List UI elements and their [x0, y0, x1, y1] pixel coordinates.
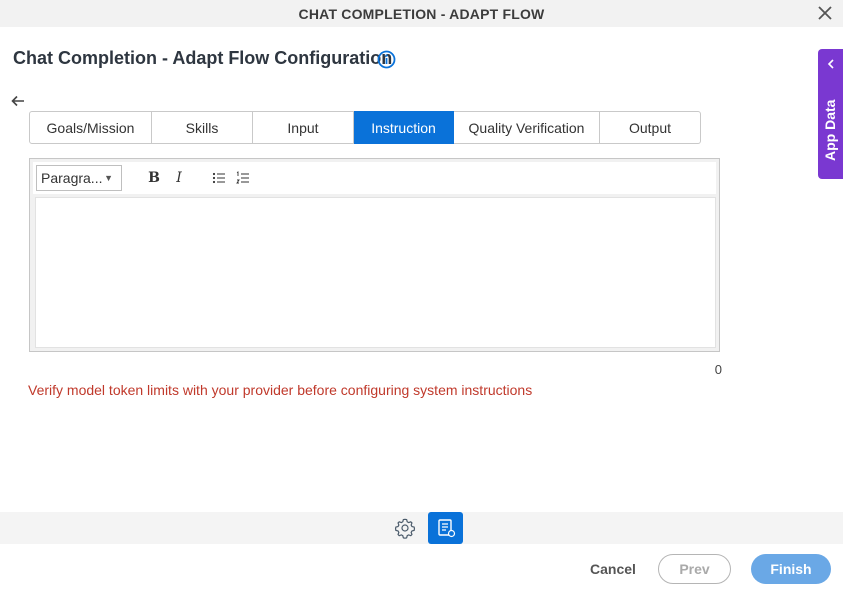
tab-skills[interactable]: Skills — [152, 111, 253, 144]
paragraph-format-select[interactable]: Paragra... ▼ — [36, 165, 122, 191]
gear-icon[interactable] — [394, 517, 416, 539]
footer-toolbar — [0, 512, 843, 544]
prev-button[interactable]: Prev — [658, 554, 731, 584]
window-title: CHAT COMPLETION - ADAPT FLOW — [298, 6, 545, 22]
close-icon[interactable] — [817, 5, 833, 21]
editor-toolbar: Paragra... ▼ B I — [33, 162, 716, 194]
cancel-button[interactable]: Cancel — [590, 561, 636, 577]
back-arrow-icon[interactable] — [10, 93, 26, 109]
tab-instruction[interactable]: Instruction — [354, 111, 454, 144]
title-bar: CHAT COMPLETION - ADAPT FLOW — [0, 0, 843, 27]
document-icon — [438, 519, 456, 538]
rich-text-editor: Paragra... ▼ B I — [29, 158, 720, 352]
chevron-left-icon — [827, 59, 834, 69]
page-title: Chat Completion - Adapt Flow Configurati… — [13, 48, 393, 68]
token-limit-warning: Verify model token limits with your prov… — [28, 382, 533, 398]
tab-goals-mission[interactable]: Goals/Mission — [29, 111, 152, 144]
tab-input[interactable]: Input — [253, 111, 354, 144]
bold-button[interactable]: B — [146, 170, 162, 186]
finish-button[interactable]: Finish — [751, 554, 831, 584]
app-data-panel-toggle[interactable]: App Data — [818, 49, 843, 179]
italic-button[interactable]: I — [171, 170, 187, 186]
character-count: 0 — [714, 362, 722, 377]
bulleted-list-icon[interactable] — [211, 170, 227, 186]
app-data-label: App Data — [822, 99, 838, 161]
dropdown-arrow-icon: ▼ — [104, 173, 113, 183]
tab-quality-verification[interactable]: Quality Verification — [454, 111, 600, 144]
info-icon[interactable] — [377, 50, 396, 69]
editor-content[interactable] — [35, 197, 716, 348]
tab-output[interactable]: Output — [600, 111, 701, 144]
tab-bar: Goals/Mission Skills Input Instruction Q… — [29, 111, 701, 144]
numbered-list-icon[interactable] — [235, 170, 251, 186]
paragraph-format-value: Paragra... — [41, 170, 103, 186]
document-toggle-button[interactable] — [428, 512, 463, 544]
